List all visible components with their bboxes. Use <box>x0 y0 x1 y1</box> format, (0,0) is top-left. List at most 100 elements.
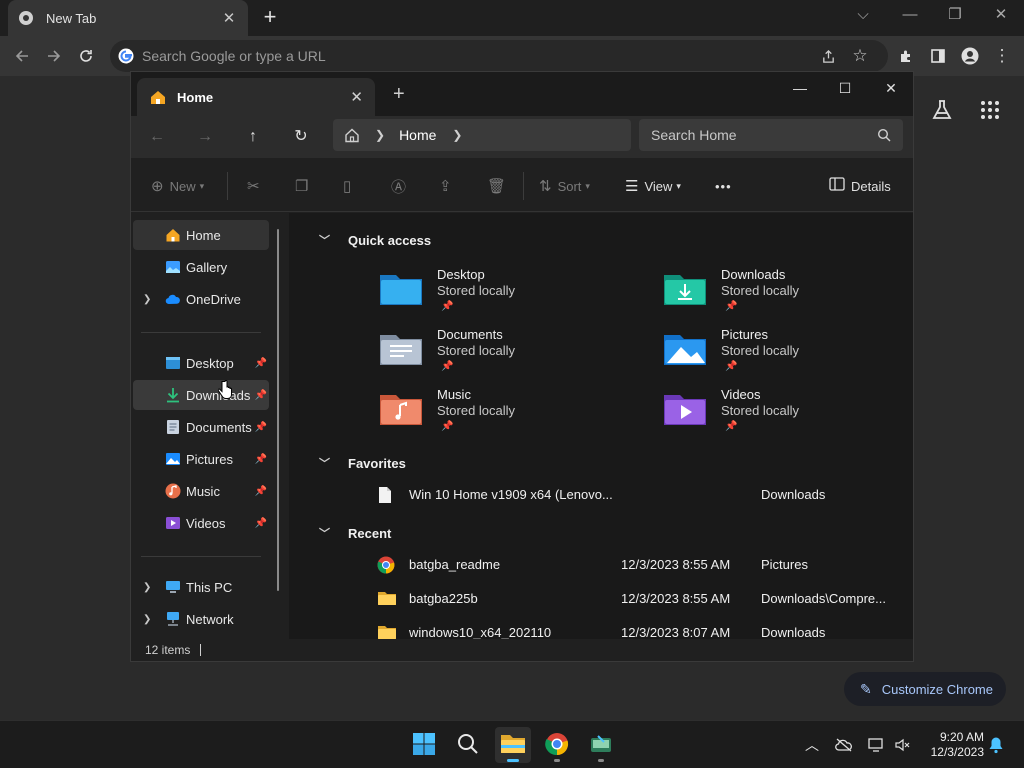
onedrive-status-icon[interactable] <box>834 735 854 755</box>
minimize-icon[interactable]: — <box>787 78 813 98</box>
quick-access-header[interactable]: ﹀ Quick access <box>319 232 431 248</box>
forward-arrow-icon[interactable]: → <box>192 126 218 148</box>
sidebar-item-gallery[interactable]: Gallery <box>133 252 269 282</box>
pin-icon: 📌 <box>725 361 738 372</box>
quick-access-documents[interactable]: Documents Stored locally 📌 <box>379 327 619 381</box>
sidebar-item-music[interactable]: Music 📌 <box>133 476 269 506</box>
show-hidden-icons-chevron-icon[interactable]: ︿ <box>802 735 822 755</box>
favorites-header[interactable]: ﹀ Favorites <box>319 455 406 471</box>
chevron-right-icon[interactable]: ❯ <box>143 294 151 305</box>
address-bar[interactable]: ❯ Home ❯ <box>333 119 631 151</box>
close-window-icon[interactable]: ✕ <box>987 5 1015 25</box>
desktop-folder-icon <box>165 355 181 371</box>
item-count: 12 items <box>145 643 191 657</box>
file-explorer-taskbar-button[interactable] <box>495 727 531 763</box>
quick-access-videos[interactable]: Videos Stored locally 📌 <box>663 387 903 441</box>
sidebar-item-onedrive[interactable]: ❯ OneDrive <box>133 284 269 314</box>
customize-chrome-button[interactable]: ✎ Customize Chrome <box>844 672 1006 706</box>
sidebar-item-network[interactable]: ❯ Network <box>133 604 269 634</box>
quick-access-downloads[interactable]: Downloads Stored locally 📌 <box>663 267 903 321</box>
sidebar-item-desktop[interactable]: Desktop 📌 <box>133 348 269 378</box>
system-clock[interactable]: 9:20 AM 12/3/2023 <box>920 730 984 760</box>
sort-button[interactable]: ⇅ Sort ▾ <box>539 176 590 196</box>
app-taskbar-button[interactable] <box>583 727 619 763</box>
close-tab-icon[interactable]: ✕ <box>220 9 238 27</box>
close-tab-icon[interactable]: ✕ <box>350 88 363 106</box>
folder-status: Stored locally <box>721 283 800 298</box>
up-arrow-icon[interactable]: ↑ <box>240 126 266 148</box>
pin-icon[interactable]: 📌 <box>255 454 267 465</box>
search-box[interactable]: Search Home <box>639 119 903 151</box>
close-window-icon[interactable]: ✕ <box>878 78 904 98</box>
delete-button[interactable]: 🗑 <box>487 176 512 196</box>
minimize-icon[interactable]: — <box>896 5 924 25</box>
back-icon[interactable] <box>10 44 34 68</box>
folder-status: Stored locally <box>437 343 516 358</box>
chrome-labs-icon[interactable] <box>930 98 954 122</box>
chrome-taskbar-button[interactable] <box>539 727 575 763</box>
maximize-icon[interactable]: ☐ <box>832 78 858 98</box>
sidebar-item-pictures[interactable]: Pictures 📌 <box>133 444 269 474</box>
favorite-row[interactable]: Win 10 Home v1909 x64 (Lenovo... Downloa… <box>289 483 913 507</box>
reload-icon[interactable] <box>74 44 98 68</box>
sidebar-item-downloads[interactable]: Downloads 📌 <box>133 380 269 410</box>
customize-chrome-label: Customize Chrome <box>881 681 993 697</box>
plus-circle-icon: ⊕ <box>151 178 164 195</box>
volume-muted-icon[interactable] <box>892 735 912 755</box>
profile-avatar-icon[interactable] <box>958 44 982 68</box>
notification-bell-icon[interactable] <box>986 735 1006 755</box>
copy-button[interactable]: ❐ <box>295 176 314 196</box>
breadcrumb-home[interactable]: Home <box>399 127 436 143</box>
sidebar-item-documents[interactable]: Documents 📌 <box>133 412 269 442</box>
sidebar-item-this-pc[interactable]: ❯ This PC <box>133 572 269 602</box>
start-button[interactable] <box>406 727 442 763</box>
pin-icon[interactable]: 📌 <box>255 390 267 401</box>
breadcrumb-separator-icon[interactable]: ❯ <box>452 128 462 142</box>
pin-icon[interactable]: 📌 <box>255 518 267 529</box>
sidebar-item-videos[interactable]: Videos 📌 <box>133 508 269 538</box>
clock-time: 9:20 AM <box>939 730 984 744</box>
chevron-right-icon[interactable]: ❯ <box>143 614 151 625</box>
chevron-right-icon[interactable]: ❯ <box>143 582 151 593</box>
details-pane-button[interactable]: Details <box>829 176 891 196</box>
pin-icon[interactable]: 📌 <box>255 422 267 433</box>
new-button[interactable]: ⊕ New ▾ <box>151 176 204 196</box>
cut-button[interactable]: ✂ <box>247 176 266 196</box>
recent-row[interactable]: windows10_x64_202110 12/3/2023 8:07 AM D… <box>289 621 913 639</box>
restore-icon[interactable]: ❐ <box>941 5 969 25</box>
sidebar-item-home[interactable]: Home <box>133 220 269 250</box>
back-arrow-icon[interactable]: ← <box>144 126 170 148</box>
explorer-tab-home[interactable]: Home ✕ <box>137 78 375 116</box>
share-button[interactable]: ⇪ <box>439 176 458 196</box>
explorer-new-tab-button[interactable]: + <box>393 84 405 104</box>
quick-access-music[interactable]: Music Stored locally 📌 <box>379 387 619 441</box>
view-button[interactable]: ☰ View ▾ <box>625 176 681 196</box>
recent-row[interactable]: batgba225b 12/3/2023 8:55 AM Downloads\C… <box>289 587 913 611</box>
search-button[interactable] <box>450 727 486 763</box>
google-apps-icon[interactable] <box>978 98 1002 122</box>
bookmark-star-icon[interactable]: ☆ <box>848 44 872 68</box>
tab-search-icon[interactable]: ⌵ <box>849 5 877 25</box>
pin-icon[interactable]: 📌 <box>255 486 267 497</box>
chrome-tab-new-tab[interactable]: New Tab ✕ <box>8 0 248 36</box>
rename-button[interactable]: Ⓐ <box>391 176 412 196</box>
new-tab-button[interactable]: + <box>258 5 282 29</box>
share-icon[interactable] <box>816 44 840 68</box>
paste-button[interactable]: ▯ <box>343 176 357 196</box>
omnibox[interactable]: Search Google or type a URL ☆ <box>110 40 888 72</box>
sidebar-scrollbar[interactable] <box>277 229 279 591</box>
network-status-icon[interactable] <box>866 735 886 755</box>
side-panel-icon[interactable] <box>926 44 950 68</box>
extensions-icon[interactable] <box>894 44 918 68</box>
sidebar-item-label: Home <box>186 227 221 243</box>
recent-row[interactable]: batgba_readme 12/3/2023 8:55 AM Pictures <box>289 553 913 577</box>
more-options-icon[interactable]: ••• <box>715 176 732 196</box>
refresh-icon[interactable]: ↻ <box>288 126 314 148</box>
chrome-menu-icon[interactable]: ⋮ <box>990 44 1014 68</box>
folder-status: Stored locally <box>437 403 516 418</box>
forward-icon[interactable] <box>42 44 66 68</box>
quick-access-desktop[interactable]: Desktop Stored locally 📌 <box>379 267 619 321</box>
pin-icon[interactable]: 📌 <box>255 358 267 369</box>
recent-header[interactable]: ﹀ Recent <box>319 525 391 541</box>
quick-access-pictures[interactable]: Pictures Stored locally 📌 <box>663 327 903 381</box>
